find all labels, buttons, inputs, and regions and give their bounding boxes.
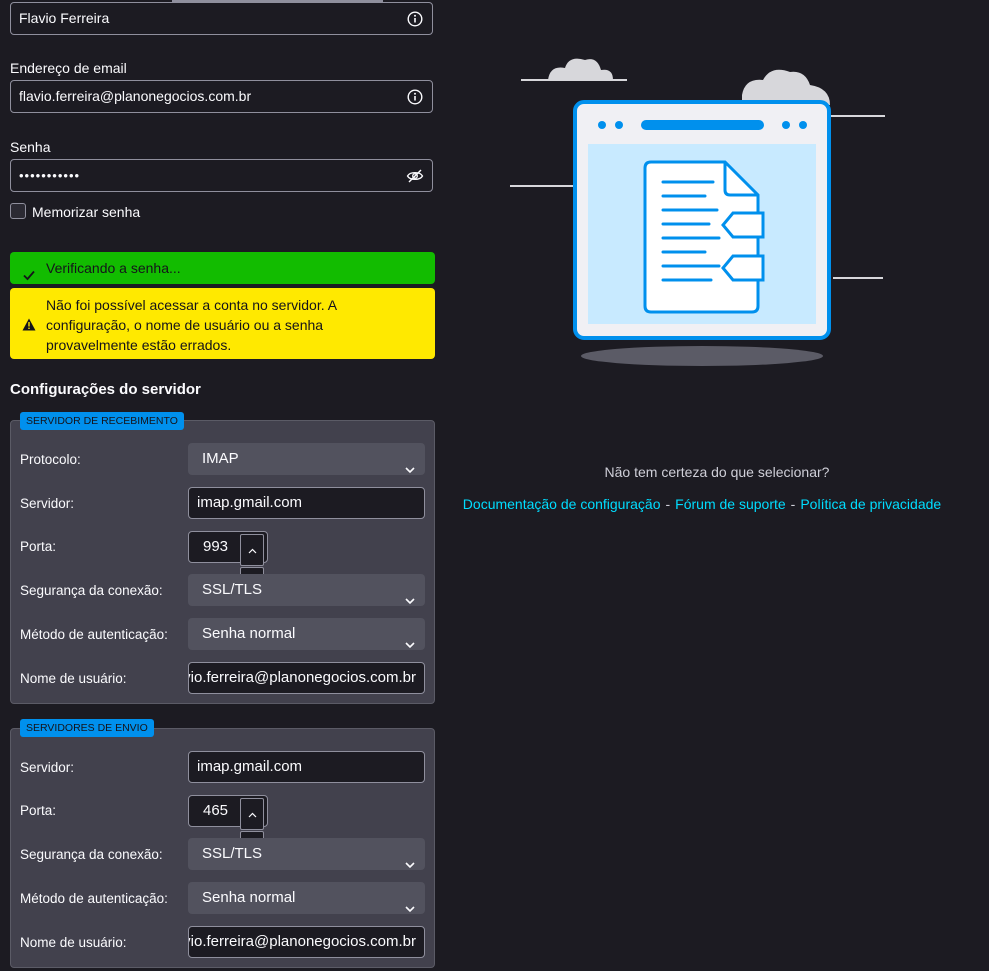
incoming-server-input[interactable]: imap.gmail.com [188, 487, 425, 519]
outgoing-port-input[interactable]: 465 [188, 795, 268, 863]
incoming-security-select[interactable]: SSL/TLS [188, 574, 425, 606]
incoming-username-input[interactable]: flavio.ferreira@planonegocios.com.br [188, 662, 425, 694]
incoming-port-label: Porta: [20, 539, 57, 554]
email-value: flavio.ferreira@planonegocios.com.br [19, 88, 252, 104]
outgoing-port-label: Porta: [20, 803, 57, 818]
incoming-username-label: Nome de usuário: [20, 671, 127, 686]
outgoing-auth-value: Senha normal [202, 889, 296, 906]
password-field[interactable]: ••••••••••• [10, 159, 433, 192]
incoming-auth-label: Método de autenticação: [20, 627, 168, 642]
account-setup-form: Flavio Ferreira Endereço de email flavio… [0, 0, 445, 971]
outgoing-server-label: Servidor: [20, 760, 75, 775]
remember-password-label[interactable]: Memorizar senha [32, 204, 140, 220]
support-forum-link[interactable]: Fórum de suporte [675, 496, 786, 512]
outgoing-username-value: flavio.ferreira@planonegocios.com.br [188, 933, 416, 950]
incoming-port-input[interactable]: 993 [188, 531, 268, 599]
incoming-security-value: SSL/TLS [202, 581, 263, 598]
outgoing-server-legend: SERVIDORES DE ENVIO [20, 719, 154, 737]
chevron-down-icon [405, 454, 415, 475]
chevron-down-icon [405, 849, 415, 870]
login-warning-text: Não foi possível acessar a conta no serv… [46, 297, 337, 353]
outgoing-port-value: 465 [203, 802, 229, 819]
help-question: Não tem certeza do que selecionar? [604, 464, 830, 480]
incoming-server-value: imap.gmail.com [197, 494, 303, 511]
link-separator: - [665, 496, 671, 512]
password-label: Senha [10, 139, 51, 155]
incoming-port-value: 993 [203, 538, 229, 555]
warning-icon [22, 316, 36, 336]
info-icon[interactable] [406, 88, 424, 106]
chevron-down-icon [405, 585, 415, 606]
outgoing-server-input[interactable]: imap.gmail.com [188, 751, 425, 783]
incoming-protocol-select[interactable]: IMAP [188, 443, 425, 475]
incoming-server-label: Servidor: [20, 496, 75, 511]
incoming-protocol-value: IMAP [202, 450, 239, 467]
checking-password-text: Verificando a senha... [46, 260, 181, 276]
incoming-auth-select[interactable]: Senha normal [188, 618, 425, 650]
password-value: ••••••••••• [19, 168, 81, 183]
email-field[interactable]: flavio.ferreira@planonegocios.com.br [10, 80, 433, 113]
outgoing-auth-label: Método de autenticação: [20, 891, 168, 906]
link-separator: - [790, 496, 796, 512]
outgoing-username-input[interactable]: flavio.ferreira@planonegocios.com.br [188, 926, 425, 958]
chevron-down-icon [405, 893, 415, 914]
incoming-protocol-label: Protocolo: [20, 452, 81, 467]
help-panel: Não tem certeza do que selecionar? Docum… [445, 0, 989, 971]
help-links: Documentação de configuração - Fórum de su… [445, 496, 959, 512]
outgoing-security-value: SSL/TLS [202, 845, 263, 862]
outgoing-security-label: Segurança da conexão: [20, 847, 163, 862]
outgoing-server-value: imap.gmail.com [197, 758, 303, 775]
document-in-browser-illustration [510, 58, 885, 366]
incoming-username-value: flavio.ferreira@planonegocios.com.br [188, 669, 416, 686]
remember-password-checkbox[interactable] [10, 203, 26, 219]
info-icon[interactable] [406, 10, 424, 28]
chevron-down-icon [405, 629, 415, 650]
server-settings-title: Configurações do servidor [10, 381, 201, 398]
incoming-security-label: Segurança da conexão: [20, 583, 163, 598]
login-warning-notice: Não foi possível acessar a conta no serv… [10, 288, 435, 359]
incoming-server-legend: SERVIDOR DE RECEBIMENTO [20, 412, 184, 430]
email-label: Endereço de email [10, 60, 127, 76]
chevron-up-icon [248, 799, 257, 829]
outgoing-port-increment[interactable] [240, 798, 264, 830]
full-name-field[interactable]: Flavio Ferreira [10, 2, 433, 35]
full-name-value: Flavio Ferreira [19, 10, 110, 26]
privacy-policy-link[interactable]: Política de privacidade [800, 496, 941, 512]
outgoing-security-select[interactable]: SSL/TLS [188, 838, 425, 870]
config-docs-link[interactable]: Documentação de configuração [463, 496, 661, 512]
eye-slash-icon[interactable] [406, 167, 424, 185]
outgoing-username-label: Nome de usuário: [20, 935, 127, 950]
outgoing-auth-select[interactable]: Senha normal [188, 882, 425, 914]
incoming-port-increment[interactable] [240, 534, 264, 566]
chevron-up-icon [248, 535, 257, 565]
incoming-auth-value: Senha normal [202, 625, 296, 642]
checking-password-notice: Verificando a senha... [10, 252, 435, 284]
